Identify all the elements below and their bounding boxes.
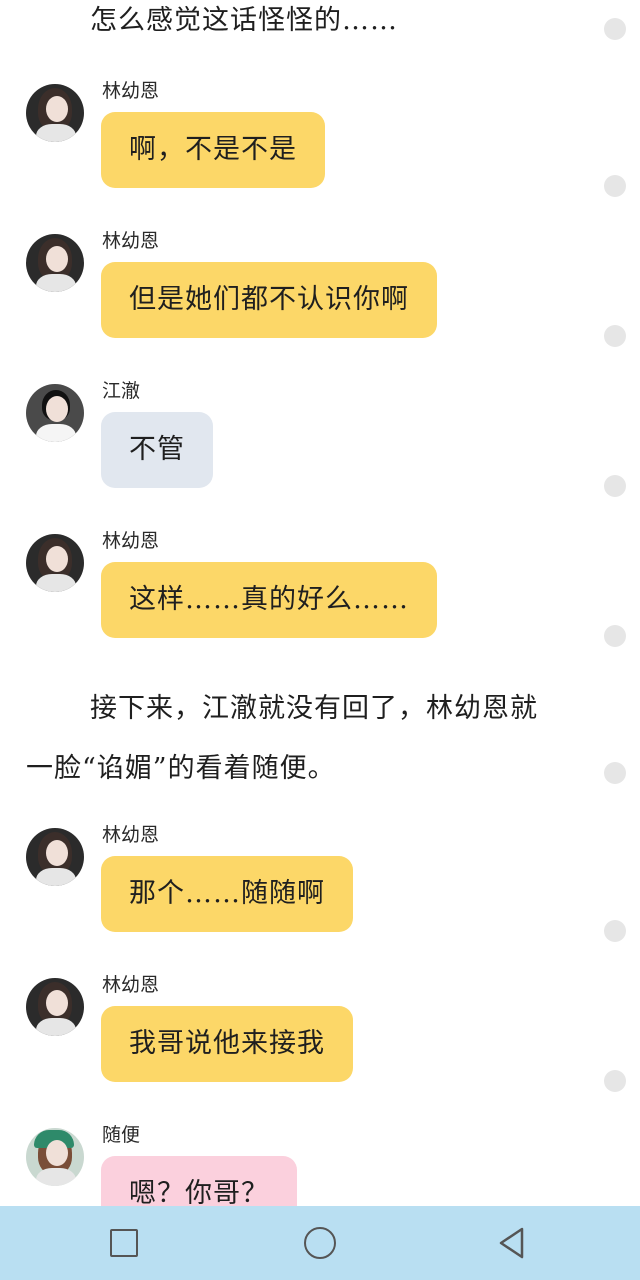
chat-message: 林幼恩 啊，不是不是 (0, 76, 640, 216)
message-bubble: 不管 (101, 412, 213, 488)
avatar[interactable] (26, 384, 84, 442)
message-bubble: 嗯？你哥？ (101, 1156, 297, 1206)
narration-text: 接下来，江澈就没有回了，林幼恩就 (90, 693, 538, 724)
message-bubble: 这样……真的好么…… (101, 562, 437, 638)
triangle-back-icon (499, 1227, 524, 1259)
avatar[interactable] (26, 1128, 84, 1186)
comment-dot-icon[interactable] (604, 18, 626, 40)
comment-dot-icon[interactable] (604, 1070, 626, 1092)
sender-name: 林幼恩 (102, 824, 160, 846)
sender-name: 随便 (102, 1124, 141, 1146)
chat-message: 林幼恩 这样……真的好么…… (0, 526, 640, 666)
narration-text: 一脸“谄媚”的看着随便。 (26, 753, 336, 784)
message-bubble: 我哥说他来接我 (101, 1006, 353, 1082)
sender-name: 林幼恩 (102, 530, 160, 552)
avatar[interactable] (26, 534, 84, 592)
chat-message: 林幼恩 我哥说他来接我 (0, 970, 640, 1110)
chat-message: 林幼恩 那个……随随啊 (0, 820, 640, 960)
message-bubble: 那个……随随啊 (101, 856, 353, 932)
sender-name: 林幼恩 (102, 974, 160, 996)
sender-name: 林幼恩 (102, 80, 160, 102)
avatar[interactable] (26, 234, 84, 292)
message-bubble: 啊，不是不是 (101, 112, 325, 188)
comment-dot-icon[interactable] (604, 475, 626, 497)
comment-dot-icon[interactable] (604, 625, 626, 647)
circle-home-icon (304, 1227, 336, 1259)
sender-name: 江澈 (102, 380, 141, 402)
comment-dot-icon[interactable] (604, 175, 626, 197)
comment-dot-icon[interactable] (604, 762, 626, 784)
chat-message: 江澈 不管 (0, 376, 640, 516)
square-recent-apps-icon (110, 1229, 138, 1257)
chat-message: 林幼恩 但是她们都不认识你啊 (0, 226, 640, 366)
avatar[interactable] (26, 828, 84, 886)
back-button[interactable] (472, 1206, 552, 1280)
comment-dot-icon[interactable] (604, 325, 626, 347)
chat-feed[interactable]: 怎么感觉这话怪怪的…… 林幼恩 啊，不是不是 林幼恩 但是她们都不认识你啊 江澈… (0, 0, 640, 1206)
chat-message: 随便 嗯？你哥？ (0, 1120, 640, 1206)
sender-name: 林幼恩 (102, 230, 160, 252)
narration-text: 怎么感觉这话怪怪的…… (90, 5, 398, 36)
message-bubble: 但是她们都不认识你啊 (101, 262, 437, 338)
avatar[interactable] (26, 84, 84, 142)
system-navigation-bar (0, 1206, 640, 1280)
recent-apps-button[interactable] (84, 1206, 164, 1280)
avatar[interactable] (26, 978, 84, 1036)
comment-dot-icon[interactable] (604, 920, 626, 942)
home-button[interactable] (280, 1206, 360, 1280)
